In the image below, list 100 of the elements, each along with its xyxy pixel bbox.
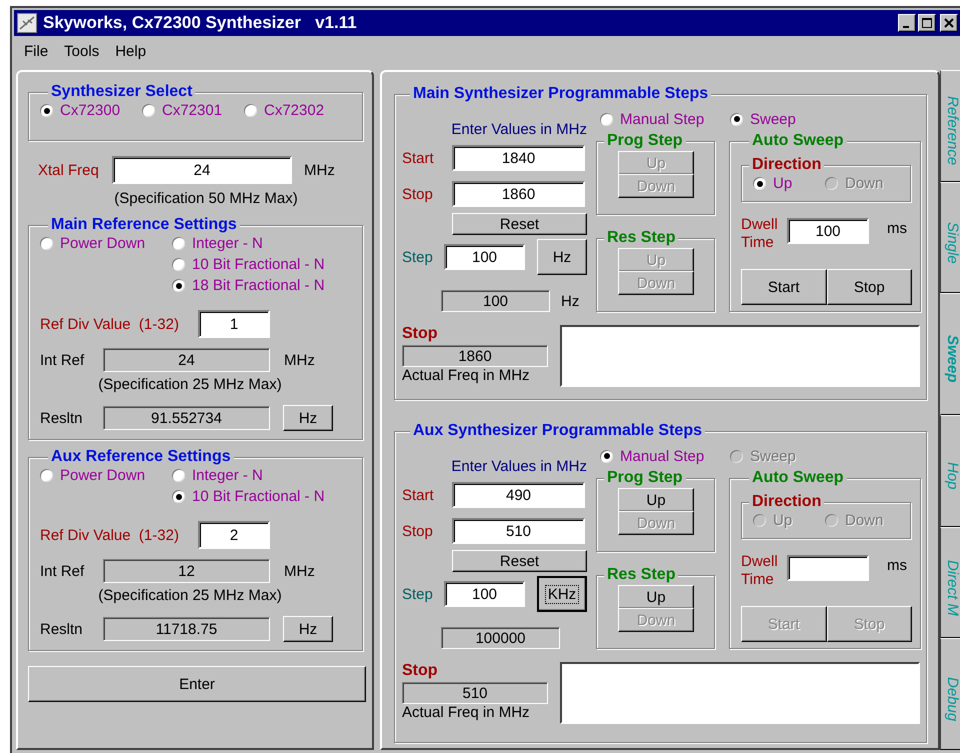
input-field[interactable]: 1840: [452, 145, 585, 171]
caption: Actual Freq in MHz: [402, 704, 531, 721]
group-title: Auto Sweep: [752, 469, 844, 486]
group-title: Prog Step: [607, 132, 683, 149]
field-label: Start: [402, 150, 435, 166]
group-title: Direction: [752, 493, 822, 510]
field-label: Int Ref: [40, 562, 86, 580]
unit-button[interactable]: KHz: [537, 576, 587, 612]
menu-item[interactable]: Tools: [64, 42, 100, 60]
group-title: Auto Sweep: [752, 132, 844, 149]
input-field[interactable]: [787, 555, 869, 581]
readout-field: 1860: [402, 345, 548, 367]
close-button[interactable]: [940, 14, 958, 32]
option-label: 10 Bit Fractional - N: [192, 488, 325, 505]
input-field[interactable]: 490: [452, 482, 585, 508]
unit-button[interactable]: Hz: [283, 616, 333, 642]
field-label: Dwell Time: [741, 553, 779, 589]
unit-button[interactable]: Hz: [537, 239, 587, 275]
status-label: Stop: [402, 662, 439, 680]
option-label: Manual Step: [620, 448, 704, 464]
group-title: Main Synthesizer Programmable Steps: [413, 85, 708, 102]
field-label: Step: [402, 248, 434, 266]
app-icon: [17, 13, 37, 33]
menu-item[interactable]: Help: [115, 42, 146, 60]
option-label: 10 Bit Fractional - N: [192, 256, 325, 273]
readout-field: 100: [441, 290, 550, 312]
minimize-button[interactable]: [898, 14, 916, 32]
input-field[interactable]: 100: [787, 218, 869, 244]
spec-note: (Specification 50 MHz Max): [114, 190, 298, 207]
radio-button[interactable]: [600, 112, 613, 126]
radio-button[interactable]: [172, 469, 185, 482]
group-title: Direction: [752, 156, 822, 173]
radio-button[interactable]: [753, 177, 766, 190]
group-title: Aux Synthesizer Programmable Steps: [413, 422, 702, 439]
unit-button[interactable]: Hz: [283, 405, 333, 431]
readout-field: 11718.75: [103, 617, 270, 641]
up-button[interactable]: Up: [618, 488, 694, 512]
field-label: Resltn: [40, 410, 84, 426]
radio-button[interactable]: [142, 104, 155, 117]
status-label: Stop: [402, 325, 439, 343]
stop-button[interactable]: Stop: [826, 269, 912, 305]
maximize-icon: [921, 17, 933, 29]
radio-button[interactable]: [40, 469, 53, 482]
group-title: Main Reference Settings: [51, 216, 237, 233]
option-label: Down: [845, 175, 884, 192]
field-label: Ref Div Value (1-32): [40, 316, 180, 332]
field-label: Int Ref: [40, 352, 86, 368]
spec-note: (Specification 25 MHz Max): [98, 587, 282, 604]
field-label: Start: [402, 486, 435, 504]
field-label: Xtal Freq: [38, 162, 100, 178]
readout-field: 510: [402, 682, 548, 704]
unit-label: MHz: [304, 162, 335, 178]
radio-button[interactable]: [172, 258, 185, 271]
option-label: Cx72301: [162, 102, 222, 119]
group-title: Res Step: [607, 566, 676, 583]
group-title: Aux Reference Settings: [51, 448, 231, 465]
spec-note: (Specification 25 MHz Max): [98, 376, 282, 393]
up-button[interactable]: Up: [618, 585, 694, 609]
field-label: Dwell Time: [741, 216, 779, 252]
menu-item[interactable]: File: [24, 42, 48, 60]
option-label: Integer - N: [192, 235, 263, 252]
input-field[interactable]: 1: [198, 310, 270, 338]
input-field[interactable]: 1860: [452, 181, 585, 207]
option-label: Manual Step: [620, 110, 704, 128]
option-label: Down: [845, 512, 884, 529]
readout-field: 24: [103, 348, 270, 372]
option-label: Power Down: [60, 235, 146, 252]
radio-button[interactable]: [600, 450, 613, 462]
reset-button[interactable]: Reset: [452, 550, 587, 572]
minimize-icon: [902, 26, 908, 28]
radio-button[interactable]: [244, 104, 257, 117]
option-label: Cx72300: [60, 102, 120, 119]
option-label: Up: [773, 175, 792, 192]
option-label: Up: [773, 512, 792, 529]
enter-button[interactable]: Enter: [28, 666, 366, 702]
radio-button[interactable]: [172, 490, 185, 503]
readout-field: 100000: [441, 627, 560, 649]
radio-button[interactable]: [730, 112, 743, 126]
unit-label: MHz: [284, 562, 315, 580]
radio-button[interactable]: [40, 104, 53, 117]
option-label: Integer - N: [192, 467, 263, 484]
unit-label: MHz: [284, 352, 315, 368]
radio-button[interactable]: [40, 237, 53, 250]
field-label: Step: [402, 586, 434, 602]
option-label: Sweep: [750, 448, 796, 464]
group-title: Res Step: [607, 229, 676, 246]
maximize-button[interactable]: [918, 14, 936, 32]
reset-button[interactable]: Reset: [452, 213, 587, 235]
radio-button[interactable]: [172, 237, 185, 250]
input-field[interactable]: 2: [198, 521, 270, 549]
radio-button[interactable]: [172, 279, 185, 292]
start-button[interactable]: Start: [741, 269, 826, 305]
input-field[interactable]: 24: [112, 156, 292, 184]
readout-field: 91.552734: [103, 406, 270, 430]
input-field[interactable]: 100: [444, 244, 525, 270]
input-field[interactable]: 100: [444, 581, 525, 607]
readout-field: 12: [103, 559, 270, 583]
field-label: Stop: [402, 522, 434, 540]
input-field[interactable]: 510: [452, 518, 585, 544]
unit-label: ms: [887, 220, 907, 237]
